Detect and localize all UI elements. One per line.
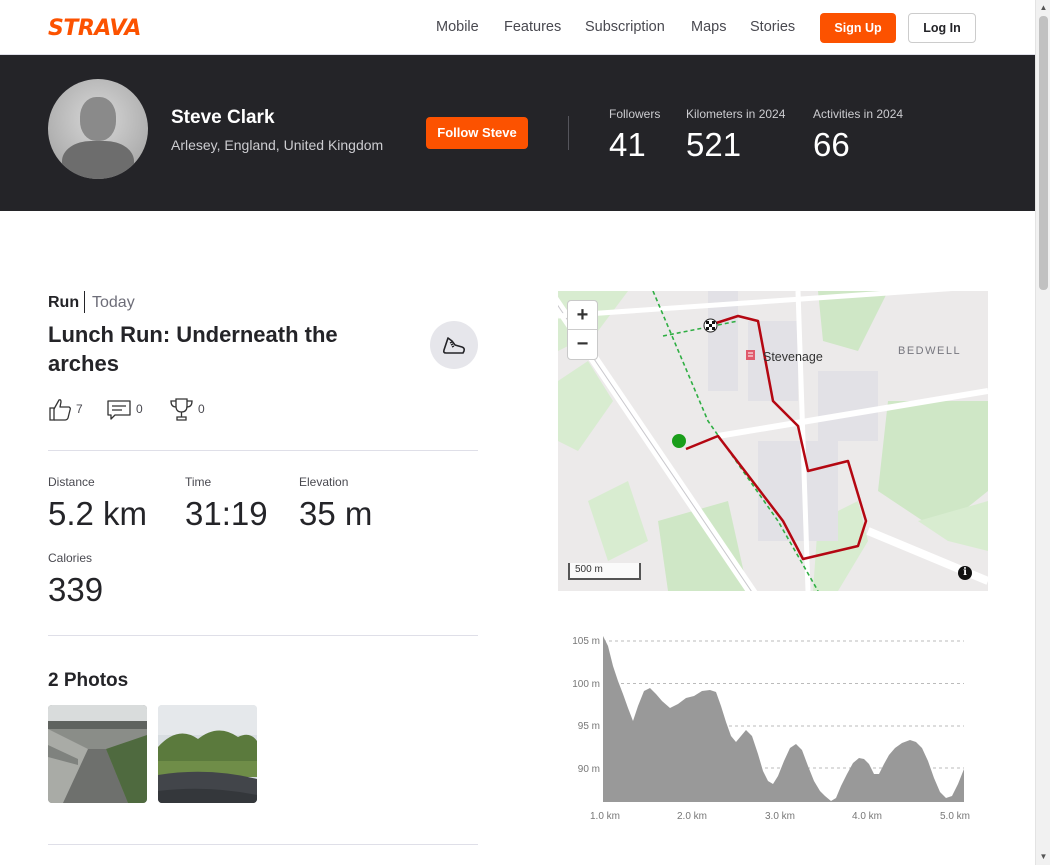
divider [48, 450, 478, 451]
zoom-in-button[interactable]: + [568, 301, 597, 330]
activity-title: Lunch Run: Underneath the arches [48, 322, 338, 376]
achievements-count: 0 [198, 402, 205, 416]
running-shoe-icon [442, 337, 466, 354]
stat-label-followers: Followers [609, 107, 661, 121]
divider [48, 844, 478, 845]
page: STRAVA Mobile Features Subscription Maps… [0, 0, 1035, 865]
y-tick: 105 m [572, 636, 600, 647]
strava-logo[interactable]: STRAVA [48, 16, 141, 41]
metric-label-time: Time [185, 475, 212, 489]
activity-date: Today [92, 294, 135, 311]
metric-value-calories: 339 [48, 571, 104, 608]
y-tick: 90 m [578, 764, 600, 775]
nav-link-maps[interactable]: Maps [691, 19, 726, 35]
scrollbar-thumb[interactable] [1039, 16, 1048, 290]
x-tick: 3.0 km [765, 811, 795, 822]
stat-label-activities: Activities in 2024 [813, 107, 904, 121]
thumbs-up-icon [49, 399, 71, 421]
comments-count: 0 [136, 402, 143, 416]
athlete-location: Arlesey, England, United Kingdom [171, 137, 384, 153]
metric-label-distance: Distance [48, 475, 95, 489]
top-nav: STRAVA Mobile Features Subscription Maps… [0, 0, 1035, 55]
kudos-button[interactable] [48, 397, 74, 423]
shoe-badge [430, 321, 478, 369]
photo-thumbnail[interactable] [158, 705, 257, 803]
stat-value-activities: 66 [813, 126, 850, 163]
athlete-name[interactable]: Steve Clark [171, 107, 275, 129]
map-zoom-control: + − [567, 300, 598, 360]
zoom-out-button[interactable]: − [568, 330, 597, 359]
info-icon[interactable]: i [958, 566, 972, 580]
stat-value-kilometers: 521 [686, 126, 742, 163]
x-tick: 5.0 km [940, 811, 970, 822]
metric-label-elevation: Elevation [299, 475, 349, 489]
sign-up-button[interactable]: Sign Up [820, 13, 896, 43]
kudos-count: 7 [76, 402, 83, 416]
stat-label-kilometers: Kilometers in 2024 [686, 107, 786, 121]
nav-link-features[interactable]: Features [504, 19, 561, 35]
metric-value-time: 31:19 [185, 495, 268, 532]
divider [568, 116, 569, 150]
map-place-label: Stevenage [763, 350, 823, 364]
activity-type: Run [48, 294, 80, 311]
nav-link-stories[interactable]: Stories [750, 19, 795, 35]
map-area-label: BEDWELL [898, 345, 962, 357]
x-tick: 1.0 km [590, 811, 620, 822]
avatar[interactable] [48, 79, 148, 179]
photos-heading: 2 Photos [48, 670, 129, 691]
scroll-down-icon[interactable]: ▼ [1039, 852, 1048, 861]
nav-link-mobile[interactable]: Mobile [436, 19, 479, 35]
comment-icon [107, 400, 131, 420]
achievements-button[interactable] [169, 397, 195, 423]
follow-button[interactable]: Follow Steve [426, 117, 528, 149]
metric-value-distance: 5.2 km [48, 495, 148, 532]
metric-value-elevation: 35 m [299, 495, 373, 532]
y-tick: 100 m [572, 679, 600, 690]
route-map[interactable] [558, 291, 988, 591]
map-scale: 500 m [568, 563, 641, 580]
athlete-header: Steve Clark Arlesey, England, United Kin… [0, 55, 1035, 211]
metric-label-calories: Calories [48, 551, 93, 565]
x-tick: 4.0 km [852, 811, 882, 822]
divider [84, 291, 85, 313]
trophy-icon [170, 398, 193, 421]
nav-link-subscription[interactable]: Subscription [585, 19, 665, 35]
comments-button[interactable] [107, 397, 133, 423]
scrollbar[interactable]: ▲ ▼ [1035, 0, 1050, 865]
log-in-button[interactable]: Log In [908, 13, 976, 43]
stat-value-followers: 41 [609, 126, 646, 163]
x-tick: 2.0 km [677, 811, 707, 822]
y-tick: 95 m [578, 721, 600, 732]
photo-thumbnail[interactable] [48, 705, 147, 803]
elevation-chart[interactable]: 105 m 100 m 95 m 90 m 1.0 km 2.0 km 3.0 … [558, 626, 988, 826]
scroll-up-icon[interactable]: ▲ [1039, 3, 1048, 12]
divider [48, 635, 478, 636]
